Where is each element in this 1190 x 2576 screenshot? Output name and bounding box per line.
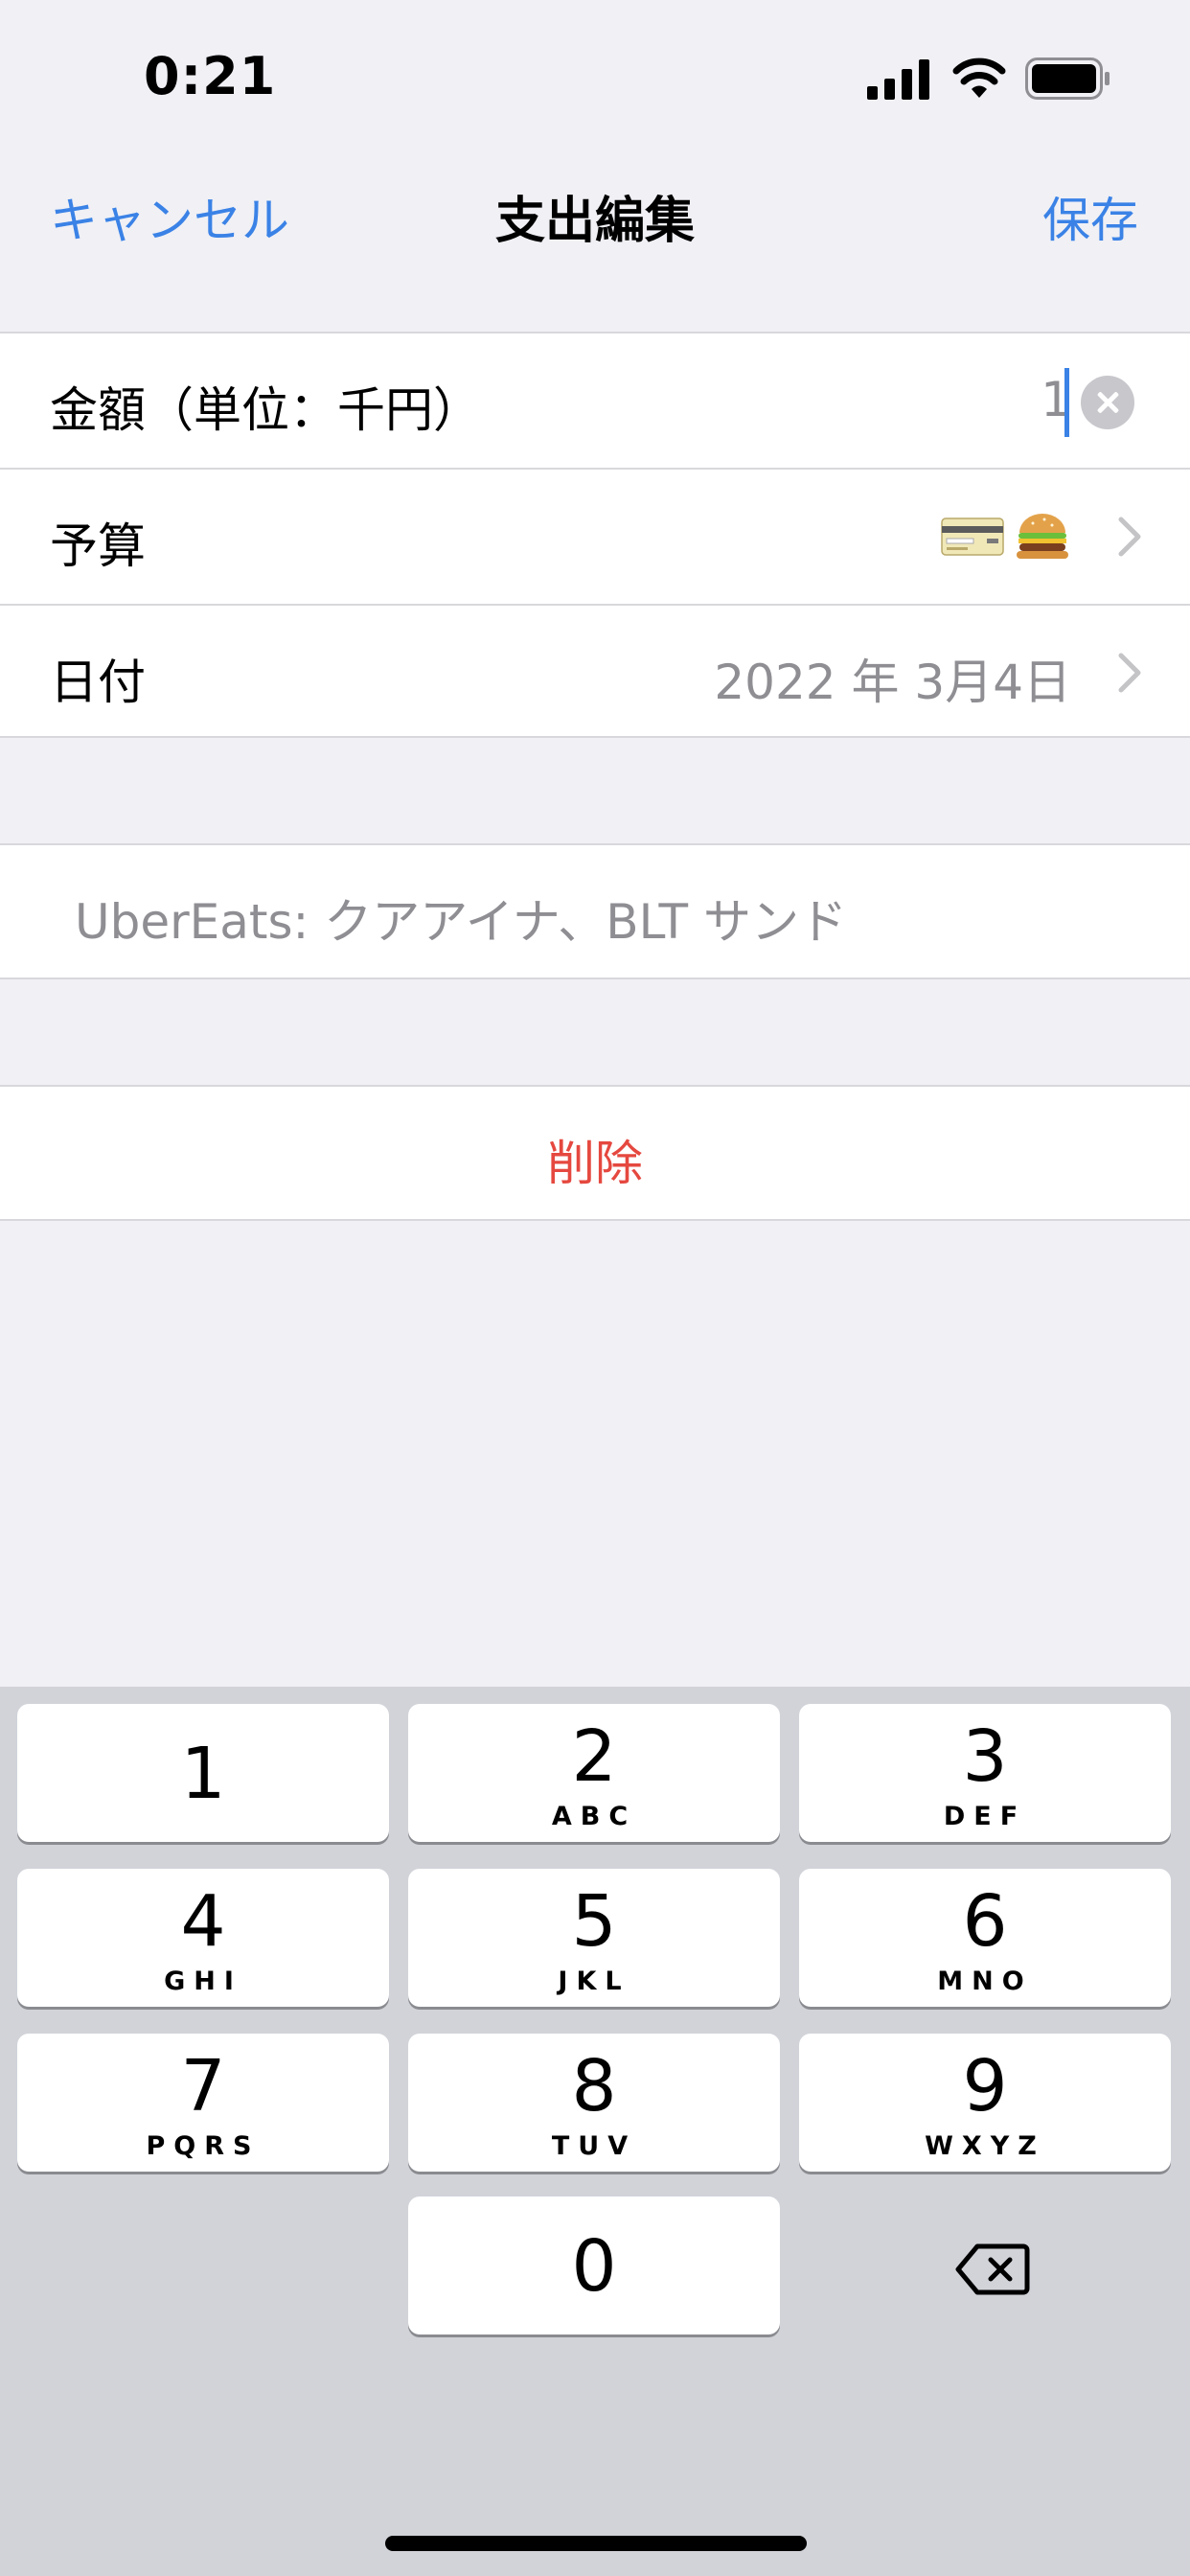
- key-digit: 6: [962, 1880, 1008, 1963]
- key-9[interactable]: 9 WXYZ: [799, 2034, 1171, 2172]
- cellular-signal-icon: [867, 59, 929, 100]
- numeric-keyboard: 1 2 ABC 3 DEF 4 GHI 5 JKL 6 MNO 7 PQRS 8…: [0, 1687, 1190, 2576]
- key-0[interactable]: 0: [408, 2196, 780, 2334]
- battery-icon: [1025, 58, 1110, 100]
- key-digit: 7: [180, 2045, 226, 2128]
- key-letters: PQRS: [146, 2131, 261, 2161]
- memo-text: UberEats: クアアイナ、BLT サンド: [75, 894, 847, 950]
- key-digit: 8: [571, 2045, 617, 2128]
- key-digit: 3: [962, 1715, 1008, 1798]
- amount-row[interactable]: 金額（単位：千円） 1: [0, 334, 1190, 470]
- key-letters: DEF: [943, 1802, 1027, 1831]
- key-4[interactable]: 4 GHI: [17, 1869, 389, 2007]
- delete-row: 削除: [0, 1085, 1190, 1221]
- status-time: 0:21: [144, 46, 277, 106]
- key-digit: 2: [571, 1715, 617, 1798]
- key-6[interactable]: 6 MNO: [799, 1869, 1171, 2007]
- amount-label: 金額（単位：千円）: [50, 382, 481, 438]
- key-letters: WXYZ: [925, 2131, 1045, 2161]
- chevron-right-icon: [1118, 517, 1141, 557]
- key-letters: MNO: [937, 1966, 1033, 1996]
- key-5[interactable]: 5 JKL: [408, 1869, 780, 2007]
- chevron-right-icon: [1118, 653, 1141, 693]
- key-letters: JKL: [558, 1966, 630, 1996]
- backspace-icon[interactable]: [954, 2241, 1031, 2298]
- key-digit: 9: [962, 2045, 1008, 2128]
- wifi-icon: [952, 58, 1006, 98]
- key-2[interactable]: 2 ABC: [408, 1704, 780, 1842]
- budget-row[interactable]: 予算: [0, 470, 1190, 606]
- save-button[interactable]: 保存: [1042, 182, 1138, 251]
- date-row[interactable]: 日付 2022 年 3月4日: [0, 606, 1190, 740]
- home-indicator[interactable]: [385, 2536, 807, 2551]
- budget-label: 予算: [50, 518, 146, 574]
- key-digit: 0: [571, 2225, 617, 2308]
- key-8[interactable]: 8 TUV: [408, 2034, 780, 2172]
- key-letters: TUV: [551, 2131, 637, 2161]
- navigation-bar: キャンセル 支出編集 保存: [0, 144, 1190, 288]
- page-title: 支出編集: [494, 193, 695, 250]
- clear-icon[interactable]: [1081, 376, 1134, 429]
- hamburger-icon: [1017, 514, 1068, 559]
- text-cursor: [1064, 368, 1069, 437]
- key-letters: ABC: [551, 1802, 637, 1831]
- memo-field[interactable]: UberEats: クアアイナ、BLT サンド: [0, 843, 1190, 979]
- delete-button[interactable]: 削除: [0, 1125, 1190, 1194]
- key-digit: 1: [180, 1733, 226, 1815]
- expense-form: 金額（単位：千円） 1 予算 日付 2022 年 3月4日: [0, 332, 1190, 738]
- key-digit: 4: [180, 1880, 226, 1963]
- date-label: 日付: [50, 655, 146, 710]
- date-value: 2022 年 3月4日: [714, 655, 1071, 710]
- key-7[interactable]: 7 PQRS: [17, 2034, 389, 2172]
- key-letters: GHI: [164, 1966, 242, 1996]
- budget-value: [941, 493, 1071, 581]
- credit-card-icon: [941, 518, 1004, 556]
- screen: 0:21 キャンセル 支出編集 保存 金額（単位：千円） 1 予算 日付 202…: [0, 0, 1190, 2576]
- key-3[interactable]: 3 DEF: [799, 1704, 1171, 1842]
- status-bar: 0:21: [0, 0, 1190, 144]
- key-digit: 5: [571, 1880, 617, 1963]
- key-1[interactable]: 1: [17, 1704, 389, 1842]
